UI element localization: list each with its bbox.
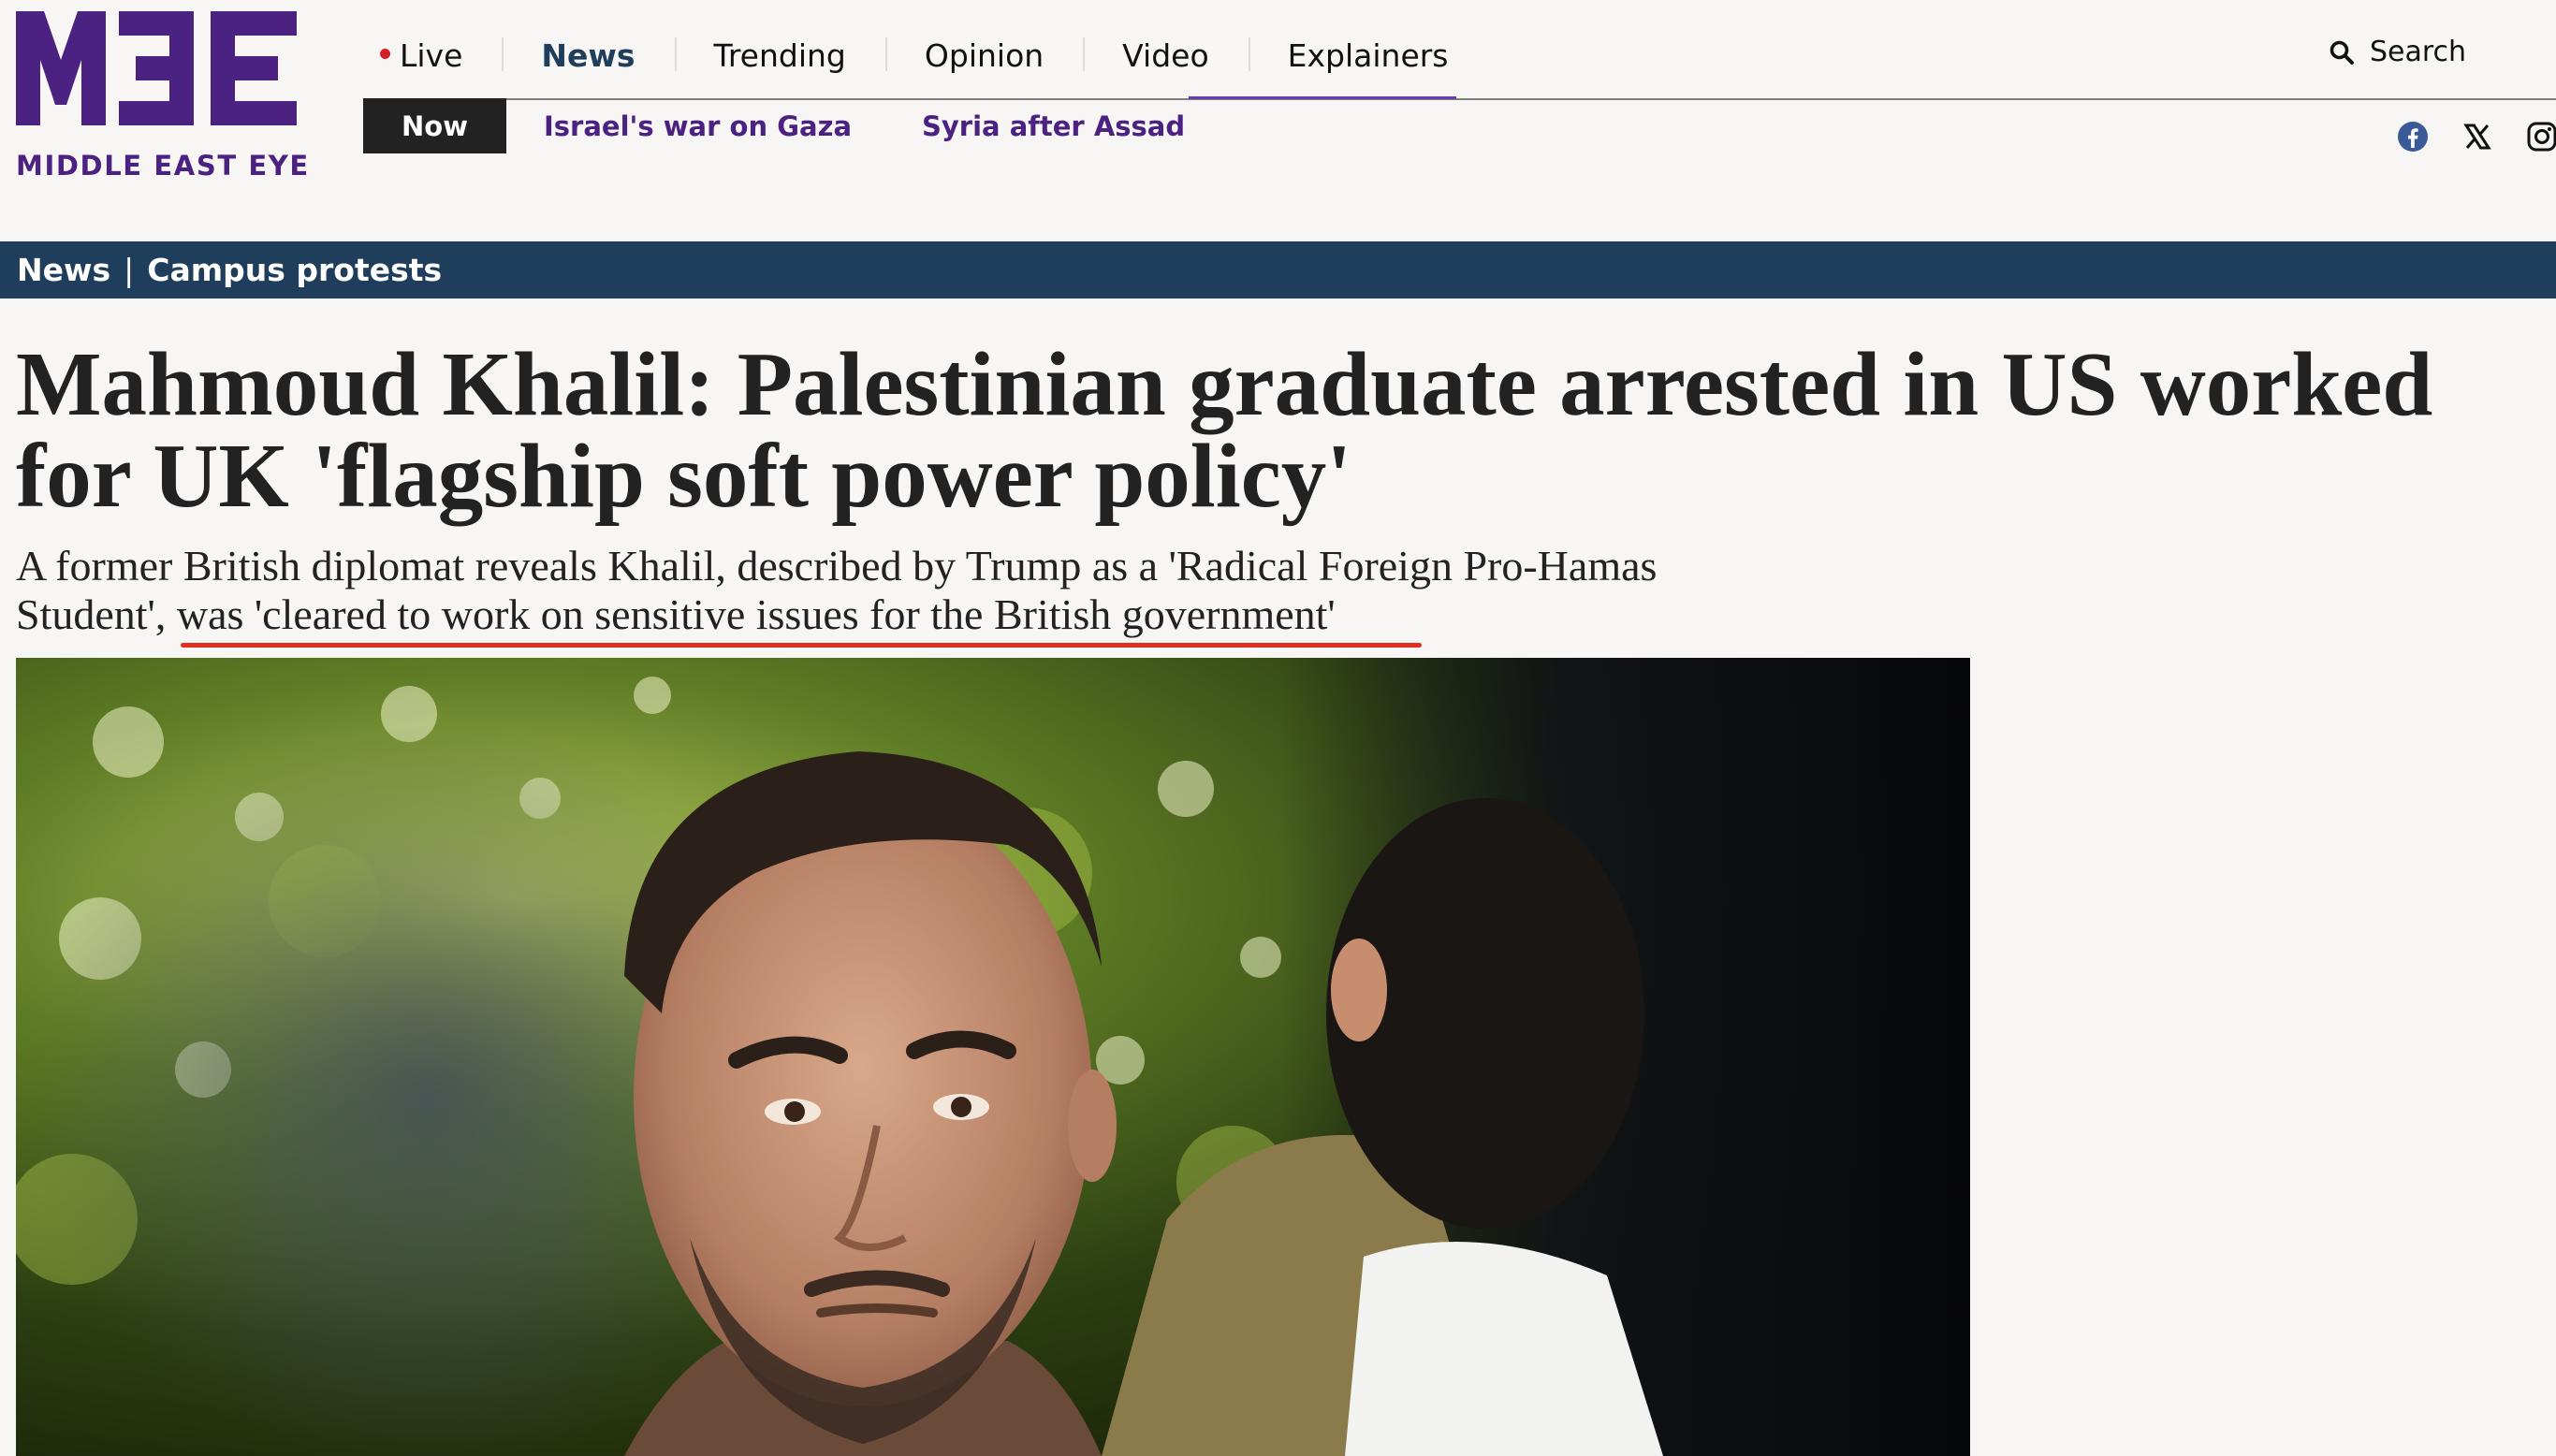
nav-item-label: Explainers [1287, 36, 1449, 74]
nav-item-live[interactable]: Live [363, 19, 502, 92]
highlight-underline [181, 643, 1422, 648]
nav-item-label: News [541, 36, 635, 74]
nav-item-news[interactable]: News [502, 19, 674, 92]
sub-nav-link-gaza[interactable]: Israel's war on Gaza [506, 110, 884, 142]
hero-image [16, 658, 1970, 1456]
nav-item-opinion[interactable]: Opinion [884, 19, 1083, 92]
search-button[interactable]: Search [2329, 36, 2466, 68]
primary-nav: Live News Trending Opinion Video Explain… [363, 19, 1488, 92]
nav-item-label: Trending [713, 36, 846, 74]
mee-logo-mark [16, 11, 297, 125]
social-links [2396, 120, 2556, 153]
site-header: MIDDLE EAST EYE Live News Trending Opini… [0, 0, 2556, 241]
search-icon [2330, 40, 2354, 65]
section-breadcrumb: News | Campus protests [0, 241, 2556, 298]
nav-item-label: Live [400, 36, 463, 74]
breadcrumb-campus-protests[interactable]: Campus protests [147, 252, 442, 288]
breadcrumb-news[interactable]: News [17, 252, 110, 288]
sub-nav-link-syria[interactable]: Syria after Assad [884, 110, 1218, 142]
nav-item-video[interactable]: Video [1083, 19, 1248, 92]
secondary-nav: Now Israel's war on Gaza Syria after Ass… [363, 98, 1218, 153]
breadcrumb-separator: | [124, 252, 135, 288]
instagram-icon[interactable] [2525, 120, 2556, 153]
hero-photo-illustration [16, 658, 1970, 1456]
article-headline: Mahmoud Khalil: Palestinian graduate arr… [16, 334, 2433, 526]
search-label: Search [2370, 36, 2467, 68]
article-standfirst: A former British diplomat reveals Khalil… [16, 542, 1658, 638]
site-logo[interactable]: MIDDLE EAST EYE [16, 11, 308, 182]
x-icon[interactable] [2461, 120, 2494, 153]
now-tab[interactable]: Now [363, 98, 506, 153]
nav-item-explainers[interactable]: Explainers [1248, 19, 1488, 92]
live-dot-icon [380, 48, 390, 59]
nav-divider-accent [1189, 96, 1456, 99]
nav-item-label: Video [1122, 36, 1209, 74]
logo-wordmark: MIDDLE EAST EYE [16, 150, 310, 182]
nav-item-label: Opinion [924, 36, 1044, 74]
nav-item-trending[interactable]: Trending [674, 19, 885, 92]
facebook-icon[interactable] [2396, 120, 2430, 153]
